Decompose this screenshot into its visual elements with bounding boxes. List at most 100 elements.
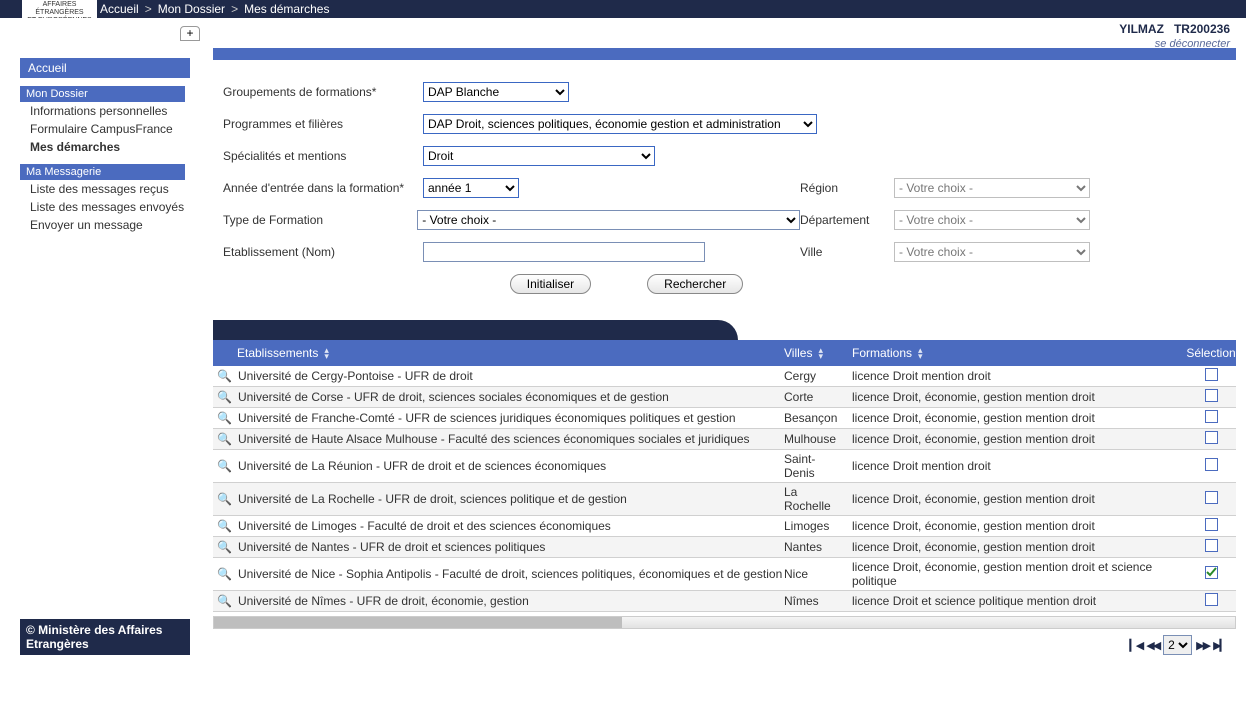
label-etablissement: Etablissement (Nom) bbox=[223, 245, 423, 259]
sidebar-item-msg-recus[interactable]: Liste des messages reçus bbox=[20, 180, 195, 198]
selection-checkbox[interactable] bbox=[1205, 389, 1218, 402]
search-form: Groupements de formations* DAP Blanche P… bbox=[213, 76, 1236, 312]
main-panel: Groupements de formations* DAP Blanche P… bbox=[203, 48, 1246, 725]
sidebar-footer: © Ministère des Affaires Etrangères bbox=[20, 619, 190, 655]
select-groupements[interactable]: DAP Blanche bbox=[423, 82, 569, 102]
select-ville[interactable]: - Votre choix - bbox=[894, 242, 1090, 262]
col-etablissements[interactable]: Etablissements bbox=[237, 346, 318, 360]
col-villes[interactable]: Villes bbox=[784, 346, 812, 360]
breadcrumb-dossier[interactable]: Mon Dossier bbox=[158, 2, 225, 16]
select-programmes[interactable]: DAP Droit, sciences politiques, économie… bbox=[423, 114, 817, 134]
search-button[interactable]: Rechercher bbox=[647, 274, 743, 294]
horizontal-scrollbar[interactable] bbox=[213, 616, 1236, 629]
init-button[interactable]: Initialiser bbox=[510, 274, 591, 294]
cell-etablissement[interactable]: Université de Cergy-Pontoise - UFR de dr… bbox=[238, 369, 473, 383]
magnifier-icon[interactable]: 🔍 bbox=[217, 411, 232, 425]
magnifier-icon[interactable]: 🔍 bbox=[217, 567, 232, 581]
pager-last[interactable]: ▶▎ bbox=[1213, 639, 1226, 652]
label-groupements: Groupements de formations* bbox=[223, 85, 423, 99]
cell-etablissement[interactable]: Université de Nantes - UFR de droit et s… bbox=[238, 540, 545, 554]
select-annee[interactable]: année 1 bbox=[423, 178, 519, 198]
cell-etablissement[interactable]: Université de Limoges - Faculté de droit… bbox=[238, 519, 611, 533]
selection-checkbox[interactable] bbox=[1205, 431, 1218, 444]
results-body: 🔍 Université de Cergy-Pontoise - UFR de d… bbox=[213, 366, 1236, 612]
selection-checkbox[interactable] bbox=[1205, 539, 1218, 552]
label-programmes: Programmes et filières bbox=[223, 117, 423, 131]
cell-etablissement[interactable]: Université de Corse - UFR de droit, scie… bbox=[238, 390, 669, 404]
label-specialites: Spécialités et mentions bbox=[223, 149, 423, 163]
selection-checkbox[interactable] bbox=[1205, 518, 1218, 531]
breadcrumb-home[interactable]: Accueil bbox=[100, 2, 139, 16]
cell-etablissement[interactable]: Université de La Réunion - UFR de droit … bbox=[238, 459, 606, 473]
magnifier-icon[interactable]: 🔍 bbox=[217, 594, 232, 608]
cell-formation: licence Droit, économie, gestion mention… bbox=[846, 432, 1186, 446]
cell-ville: Cergy bbox=[784, 369, 846, 383]
breadcrumb-current: Mes démarches bbox=[244, 2, 329, 16]
pager-page-select[interactable]: 2 bbox=[1163, 635, 1192, 655]
col-formations[interactable]: Formations bbox=[852, 346, 912, 360]
pager-prev[interactable]: ◀◀ bbox=[1146, 639, 1159, 652]
pager-first[interactable]: ▎◀ bbox=[1129, 639, 1142, 652]
magnifier-icon[interactable]: 🔍 bbox=[217, 540, 232, 554]
results-divider bbox=[213, 320, 1236, 340]
selection-checkbox[interactable] bbox=[1205, 491, 1218, 504]
cell-etablissement[interactable]: Université de Nîmes - UFR de droit, écon… bbox=[238, 594, 529, 608]
magnifier-icon[interactable]: 🔍 bbox=[217, 519, 232, 533]
cell-formation: licence Droit, économie, gestion mention… bbox=[846, 390, 1186, 404]
pager: ▎◀ ◀◀ 2 ▶▶ ▶▎ bbox=[213, 629, 1236, 655]
sort-icon[interactable] bbox=[818, 347, 823, 359]
sidebar-item-msg-envoyer[interactable]: Envoyer un message bbox=[20, 216, 195, 234]
cell-etablissement[interactable]: Université de Nice - Sophia Antipolis - … bbox=[238, 567, 782, 581]
input-etablissement[interactable] bbox=[423, 242, 705, 262]
sidebar-section-messagerie[interactable]: Ma Messagerie bbox=[20, 164, 185, 180]
magnifier-icon[interactable]: 🔍 bbox=[217, 492, 232, 506]
sidebar-item-msg-envoyes[interactable]: Liste des messages envoyés bbox=[20, 198, 195, 216]
select-specialites[interactable]: Droit bbox=[423, 146, 655, 166]
select-region[interactable]: - Votre choix - bbox=[894, 178, 1090, 198]
cell-etablissement[interactable]: Université de Franche-Comté - UFR de sci… bbox=[238, 411, 736, 425]
cell-ville: Besançon bbox=[784, 411, 846, 425]
add-tab-button[interactable]: + bbox=[180, 26, 200, 41]
table-row: 🔍 Université de La Réunion - UFR de droit… bbox=[213, 450, 1236, 483]
magnifier-icon[interactable]: 🔍 bbox=[217, 390, 232, 404]
sort-icon[interactable] bbox=[324, 347, 329, 359]
label-departement: Département bbox=[800, 213, 886, 227]
cell-formation: licence Droit, économie, gestion mention… bbox=[846, 519, 1186, 533]
sidebar-item-formulaire[interactable]: Formulaire CampusFrance bbox=[20, 120, 195, 138]
table-row: 🔍 Université de Nîmes - UFR de droit, éco… bbox=[213, 591, 1236, 612]
cell-formation: licence Droit mention droit bbox=[846, 459, 1186, 473]
cell-ville: Limoges bbox=[784, 519, 846, 533]
label-annee: Année d'entrée dans la formation* bbox=[223, 181, 423, 195]
pager-next[interactable]: ▶▶ bbox=[1196, 639, 1209, 652]
magnifier-icon[interactable]: 🔍 bbox=[217, 459, 232, 473]
col-selection: Sélection bbox=[1186, 346, 1235, 360]
section-band bbox=[213, 48, 1236, 60]
cell-formation: licence Droit, économie, gestion mention… bbox=[846, 492, 1186, 506]
sidebar-section-dossier[interactable]: Mon Dossier bbox=[20, 86, 185, 102]
cell-ville: Nîmes bbox=[784, 594, 846, 608]
sidebar-home[interactable]: Accueil bbox=[20, 58, 190, 78]
breadcrumb: Accueil > Mon Dossier > Mes démarches bbox=[0, 0, 1246, 18]
selection-checkbox[interactable] bbox=[1205, 368, 1218, 381]
table-row: 🔍 Université de Cergy-Pontoise - UFR de d… bbox=[213, 366, 1236, 387]
selection-checkbox[interactable] bbox=[1205, 593, 1218, 606]
selection-checkbox[interactable] bbox=[1205, 566, 1218, 579]
table-row: 🔍 Université de Haute Alsace Mulhouse - F… bbox=[213, 429, 1236, 450]
sort-icon[interactable] bbox=[918, 347, 923, 359]
sidebar-item-info-perso[interactable]: Informations personnelles bbox=[20, 102, 195, 120]
magnifier-icon[interactable]: 🔍 bbox=[217, 432, 232, 446]
cell-ville: Corte bbox=[784, 390, 846, 404]
cell-etablissement[interactable]: Université de La Rochelle - UFR de droit… bbox=[238, 492, 627, 506]
cell-formation: licence Droit mention droit bbox=[846, 369, 1186, 383]
select-type[interactable]: - Votre choix - bbox=[417, 210, 800, 230]
table-row: 🔍 Université de La Rochelle - UFR de droi… bbox=[213, 483, 1236, 516]
sidebar: Accueil Mon Dossier Informations personn… bbox=[0, 48, 203, 725]
cell-etablissement[interactable]: Université de Haute Alsace Mulhouse - Fa… bbox=[238, 432, 750, 446]
cell-formation: licence Droit et science politique menti… bbox=[846, 594, 1186, 608]
cell-ville: La Rochelle bbox=[784, 485, 846, 513]
sidebar-item-demarches[interactable]: Mes démarches bbox=[20, 138, 195, 156]
selection-checkbox[interactable] bbox=[1205, 458, 1218, 471]
selection-checkbox[interactable] bbox=[1205, 410, 1218, 423]
select-departement[interactable]: - Votre choix - bbox=[894, 210, 1090, 230]
magnifier-icon[interactable]: 🔍 bbox=[217, 369, 232, 383]
